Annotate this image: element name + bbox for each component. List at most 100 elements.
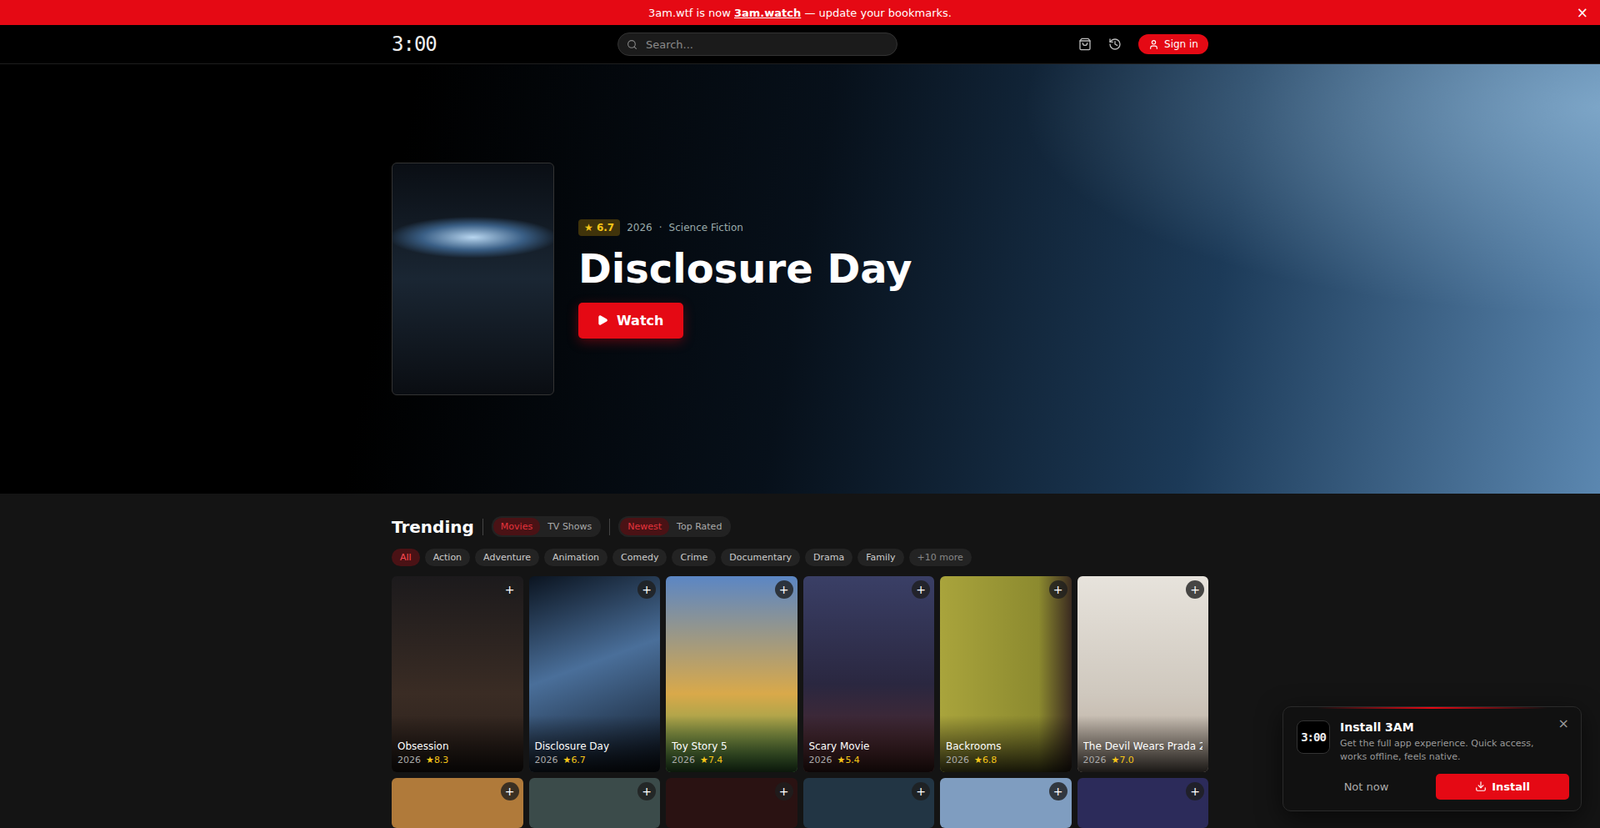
movie-card[interactable]: + Toy Story 5 2026 ★7.4 (665, 575, 798, 772)
add-button[interactable]: + (775, 580, 794, 599)
type-tab[interactable]: Movies (493, 517, 540, 535)
toast-title: Install 3AM (1340, 720, 1556, 734)
add-button[interactable]: + (911, 781, 930, 800)
user-icon (1148, 39, 1160, 50)
header: 3:00 Sign in (0, 25, 1600, 65)
movie-card[interactable]: + Obsession 2026 ★8.3 (391, 575, 524, 772)
toast-body: Get the full app experience. Quick acces… (1340, 736, 1556, 764)
trending-header: Trending MoviesTV Shows NewestTop Rated (391, 515, 1209, 537)
genre-chips: All Action AdventureAnimationComedyCrimeDo… (391, 548, 1209, 566)
card-meta: 2026 ★5.4 (809, 754, 930, 765)
hero: ★ 6.7 2026 · Science Fiction Disclosure Day W… (0, 64, 1600, 494)
card-year: 2026 (671, 754, 695, 765)
card-meta: 2026 ★7.0 (1083, 754, 1204, 765)
genre-chip[interactable]: Comedy (612, 548, 667, 566)
card-rating: ★6.8 (974, 754, 997, 765)
watch-button[interactable]: Watch (578, 302, 684, 339)
banner-text: 3am.wtf is now 3am.watch — update your b… (648, 6, 952, 20)
hero-meta: ★ 6.7 2026 · Science Fiction (578, 219, 912, 236)
toast-close-button[interactable]: × (1558, 715, 1570, 731)
history-icon[interactable] (1108, 37, 1122, 51)
card-title: Obsession (397, 740, 518, 752)
type-tab[interactable]: TV Shows (540, 517, 600, 535)
movie-card[interactable]: + (1077, 777, 1210, 828)
play-icon (596, 314, 609, 326)
movie-card[interactable]: + (391, 777, 524, 828)
genre-chip[interactable]: Crime (671, 548, 716, 566)
more-genres-chip[interactable]: +10 more (909, 548, 972, 566)
meta-separator: · (659, 221, 663, 234)
movie-card[interactable]: + (803, 777, 935, 828)
genre-chip[interactable]: Documentary (720, 548, 800, 566)
logo[interactable]: 3:00 (391, 32, 437, 56)
divider (609, 518, 610, 535)
rating-badge: ★ 6.7 (578, 219, 620, 236)
add-button[interactable]: + (500, 580, 520, 599)
hero-year: 2026 (626, 221, 653, 234)
search-icon (626, 39, 638, 50)
card-meta: 2026 ★6.7 (535, 754, 655, 765)
movie-card[interactable]: + (665, 777, 798, 828)
add-button[interactable]: + (1185, 781, 1205, 800)
hero-poster[interactable] (391, 162, 555, 395)
card-title: The Devil Wears Prada 2 (1083, 740, 1204, 752)
movie-card[interactable]: +Disclosure Day2026★6.7 (529, 575, 661, 772)
add-button[interactable]: + (637, 580, 656, 599)
card-meta: 2026 ★6.8 (945, 754, 1066, 765)
card-year: 2026 (535, 754, 559, 765)
add-button[interactable]: + (637, 781, 656, 800)
sort-tab[interactable]: Newest (620, 517, 670, 535)
announcement-banner: 3am.wtf is now 3am.watch — update your b… (0, 0, 1600, 25)
card-rating: ★5.4 (837, 754, 860, 765)
divider (482, 518, 484, 535)
movie-card[interactable]: + The Devil Wears Prada 2 2026 ★7.0 (1077, 575, 1210, 772)
card-year: 2026 (397, 754, 421, 765)
bag-icon[interactable] (1078, 37, 1092, 51)
genre-chip[interactable]: Family (857, 548, 904, 566)
card-rating: ★6.7 (563, 754, 586, 765)
genre-chip[interactable]: Animation (544, 548, 608, 566)
sign-in-button[interactable]: Sign in (1138, 34, 1209, 55)
movie-card[interactable]: + Backrooms 2026 ★6.8 (940, 575, 1072, 772)
card-year: 2026 (809, 754, 833, 765)
card-year: 2026 (945, 754, 970, 765)
card-title: Scary Movie (809, 740, 930, 752)
section-title: Trending (391, 516, 475, 537)
add-button[interactable]: + (500, 781, 520, 800)
type-tabs: MoviesTV Shows (491, 515, 601, 537)
banner-link[interactable]: 3am.watch (734, 6, 801, 20)
movie-card[interactable]: + (529, 777, 661, 828)
genre-chip[interactable]: Adventure (475, 548, 540, 566)
card-meta: 2026 ★7.4 (671, 754, 792, 765)
add-button[interactable]: + (1049, 580, 1068, 599)
genre-chip[interactable]: All (391, 548, 420, 566)
genre-chip[interactable]: Action (425, 548, 470, 566)
not-now-button[interactable]: Not now (1296, 779, 1436, 794)
card-rating: ★7.0 (1111, 754, 1135, 765)
card-title: Toy Story 5 (671, 740, 792, 752)
card-rating: ★8.3 (425, 754, 449, 765)
header-actions: Sign in (1078, 34, 1209, 55)
banner-close-button[interactable]: × (1576, 4, 1589, 21)
movie-card[interactable]: + (940, 777, 1072, 828)
add-button[interactable]: + (911, 580, 930, 599)
movie-card[interactable]: + Scary Movie 2026 ★5.4 (803, 575, 935, 772)
add-button[interactable]: + (1049, 781, 1068, 800)
sort-tab[interactable]: Top Rated (669, 517, 730, 535)
card-year: 2026 (1083, 754, 1107, 765)
hero-title: Disclosure Day (578, 245, 912, 292)
search-input[interactable] (644, 37, 889, 52)
card-title: Backrooms (945, 740, 1066, 752)
card-rating: ★7.4 (700, 754, 723, 765)
hero-genre: Science Fiction (669, 221, 744, 234)
search-box (617, 32, 898, 56)
movie-grid: +Obsession2026★8.3+Disclosure Day2026★6.… (391, 575, 1209, 828)
install-toast: ×3:00Install 3AMGet the full app experie… (1282, 705, 1582, 811)
add-button[interactable]: + (775, 781, 794, 800)
genre-chip[interactable]: Drama (805, 548, 853, 566)
install-button[interactable]: Install (1435, 773, 1570, 800)
download-icon (1475, 780, 1487, 792)
page: 3am.wtf is now 3am.watch — update your b… (0, 0, 1600, 828)
add-button[interactable]: + (1185, 580, 1205, 599)
sort-tabs: NewestTop Rated (618, 515, 731, 537)
